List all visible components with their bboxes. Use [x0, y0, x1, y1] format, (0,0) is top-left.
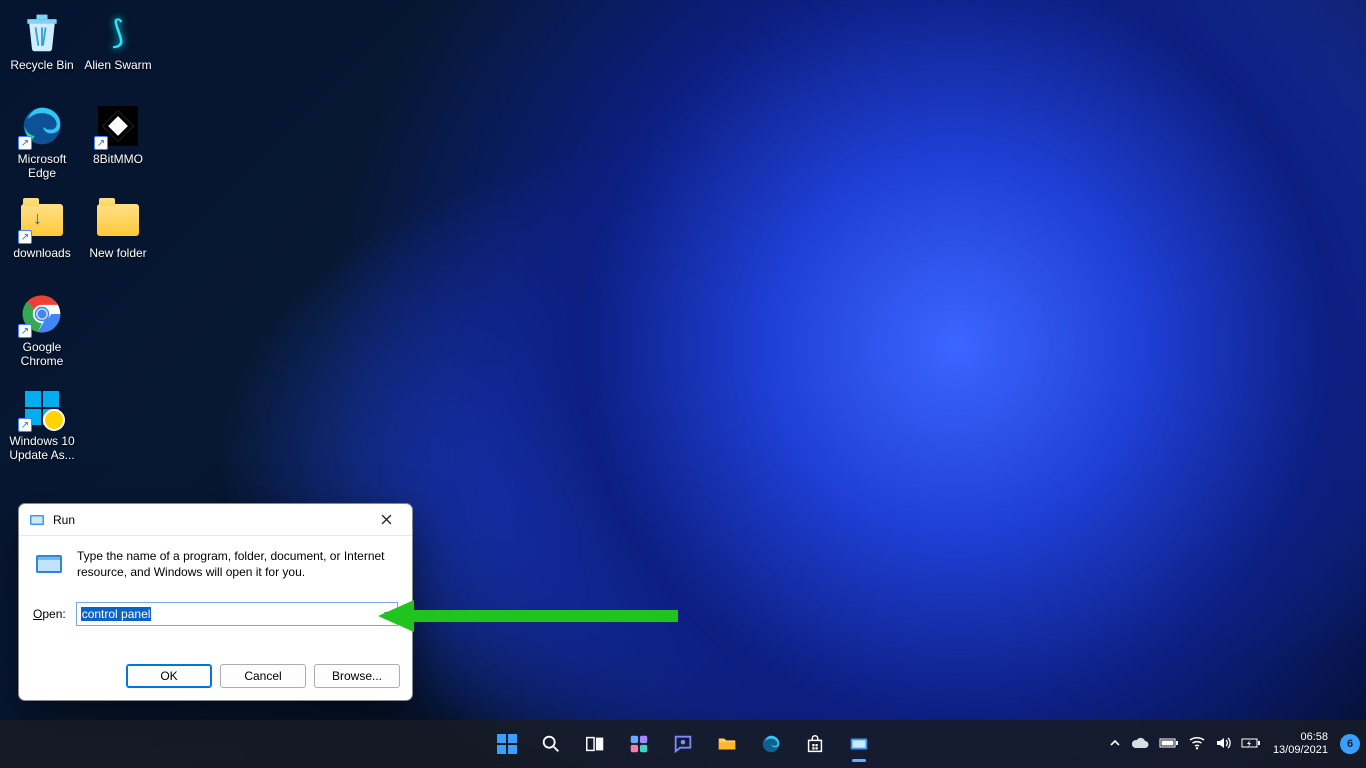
- chrome-icon: ↗: [20, 292, 64, 336]
- cancel-button[interactable]: Cancel: [220, 664, 306, 688]
- icon-label: downloads: [13, 246, 70, 260]
- shortcut-badge-icon: ↗: [18, 418, 32, 432]
- annotation-arrow: [378, 598, 678, 634]
- task-view-icon: [584, 733, 606, 755]
- start-icon: [497, 734, 517, 754]
- widgets-button[interactable]: [619, 724, 659, 764]
- taskbar-center: [487, 724, 879, 764]
- desktop-icon-new-folder[interactable]: New folder: [80, 194, 156, 284]
- run-description: Type the name of a program, folder, docu…: [77, 548, 398, 580]
- clock-date: 13/09/2021: [1273, 744, 1328, 757]
- search-button[interactable]: [531, 724, 571, 764]
- open-combobox[interactable]: control panel: [76, 602, 398, 626]
- run-icon: [848, 733, 870, 755]
- chevron-up-icon: [1109, 737, 1121, 749]
- recycle-bin-icon: [20, 10, 64, 54]
- tray-overflow-button[interactable]: [1109, 736, 1121, 752]
- chat-button[interactable]: [663, 724, 703, 764]
- folder-downloads-icon: ↗: [20, 198, 64, 242]
- windows-update-icon: ↗: [20, 386, 64, 430]
- 8bitmmo-icon: ↗: [96, 104, 140, 148]
- desktop-icon-8bitmmo[interactable]: ↗ 8BitMMO: [80, 100, 156, 190]
- taskbar-clock[interactable]: 06:58 13/09/2021: [1273, 731, 1328, 757]
- shortcut-badge-icon: ↗: [18, 230, 32, 244]
- icon-label: 8BitMMO: [93, 152, 143, 166]
- file-explorer-button[interactable]: [707, 724, 747, 764]
- power-tray-icon[interactable]: [1241, 736, 1261, 752]
- store-button[interactable]: [795, 724, 835, 764]
- notification-count: 6: [1347, 738, 1353, 750]
- widgets-icon: [628, 733, 650, 755]
- run-taskbar-button[interactable]: [839, 724, 879, 764]
- chat-icon: [672, 733, 694, 755]
- wifi-tray-icon[interactable]: [1189, 736, 1205, 753]
- run-body-icon: [33, 548, 65, 580]
- folder-icon: [96, 198, 140, 242]
- close-icon: [381, 514, 392, 525]
- taskbar: 06:58 13/09/2021 6: [0, 720, 1366, 768]
- battery-tray-icon[interactable]: [1159, 736, 1179, 752]
- file-explorer-icon: [716, 733, 738, 755]
- edge-icon: [760, 733, 782, 755]
- system-tray: 06:58 13/09/2021 6: [1109, 720, 1360, 768]
- icon-label: Alien Swarm: [84, 58, 151, 72]
- desktop-icons: Recycle Bin ↗ Microsoft Edge ↗ downloads: [4, 4, 156, 474]
- search-icon: [540, 733, 562, 755]
- open-label: Open:: [33, 607, 66, 621]
- desktop-icon-alien-swarm[interactable]: ⟆ Alien Swarm: [80, 6, 156, 96]
- edge-button[interactable]: [751, 724, 791, 764]
- cloud-icon: [1131, 737, 1149, 749]
- volume-tray-icon[interactable]: [1215, 736, 1231, 753]
- open-value: control panel: [81, 607, 152, 621]
- close-button[interactable]: [364, 506, 408, 534]
- battery-charging-icon: [1241, 737, 1261, 749]
- run-title-text: Run: [53, 513, 364, 527]
- notification-center-button[interactable]: 6: [1340, 734, 1360, 754]
- speaker-icon: [1215, 736, 1231, 750]
- run-titlebar[interactable]: Run: [19, 504, 412, 536]
- battery-icon: [1159, 737, 1179, 749]
- onedrive-tray-icon[interactable]: [1131, 736, 1149, 752]
- clock-time: 06:58: [1273, 731, 1328, 744]
- run-app-icon: [29, 512, 45, 528]
- browse-button[interactable]: Browse...: [314, 664, 400, 688]
- desktop-icon-downloads[interactable]: ↗ downloads: [4, 194, 80, 284]
- shortcut-badge-icon: ↗: [18, 324, 32, 338]
- shortcut-badge-icon: ↗: [94, 136, 108, 150]
- ok-button[interactable]: OK: [126, 664, 212, 688]
- icon-label: Windows 10 Update As...: [6, 434, 78, 462]
- alien-swarm-icon: ⟆: [96, 10, 140, 54]
- start-button[interactable]: [487, 724, 527, 764]
- desktop[interactable]: Recycle Bin ↗ Microsoft Edge ↗ downloads: [0, 0, 1366, 768]
- run-dialog: Run Type the name of a program, folder, …: [18, 503, 413, 701]
- icon-label: Recycle Bin: [10, 58, 73, 72]
- shortcut-badge-icon: ↗: [18, 136, 32, 150]
- desktop-icon-recycle-bin[interactable]: Recycle Bin: [4, 6, 80, 96]
- desktop-icon-chrome[interactable]: ↗ Google Chrome: [4, 288, 80, 378]
- icon-label: Google Chrome: [6, 340, 78, 368]
- store-icon: [804, 733, 826, 755]
- icon-label: New folder: [89, 246, 146, 260]
- desktop-icon-ms-edge[interactable]: ↗ Microsoft Edge: [4, 100, 80, 190]
- icon-label: Microsoft Edge: [6, 152, 78, 180]
- desktop-icon-win10-update[interactable]: ↗ Windows 10 Update As...: [4, 382, 80, 472]
- wifi-icon: [1189, 736, 1205, 750]
- task-view-button[interactable]: [575, 724, 615, 764]
- edge-icon: ↗: [20, 104, 64, 148]
